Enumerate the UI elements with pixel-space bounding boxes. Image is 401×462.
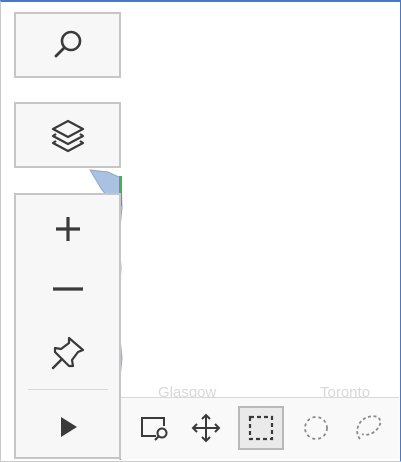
zoom-in-button[interactable] [16,203,119,255]
zoom-out-button[interactable] [16,263,119,315]
search-button[interactable] [14,12,121,78]
pin-button[interactable] [16,323,119,383]
minus-icon [52,287,83,291]
pushpin-icon [51,336,84,370]
lasso-select-button[interactable] [347,406,391,450]
circle-select-button[interactable] [295,406,337,450]
lasso-icon [356,415,382,440]
plus-icon [55,217,80,241]
zoom-rect-icon [141,417,168,441]
rect-select-icon [248,415,274,441]
zoom-to-area-button[interactable] [133,406,175,450]
rectangle-select-button[interactable] [238,406,284,450]
circle-select-icon [304,416,328,440]
panel-divider [28,389,108,390]
selection-toolbar [121,397,399,459]
play-icon [60,417,77,437]
pan-button[interactable] [185,406,227,450]
layers-icon [51,119,84,153]
move-arrows-icon [191,413,221,443]
map-control-panel [14,193,121,459]
layers-button[interactable] [14,102,121,168]
search-icon [54,30,81,58]
play-button[interactable] [16,401,119,453]
